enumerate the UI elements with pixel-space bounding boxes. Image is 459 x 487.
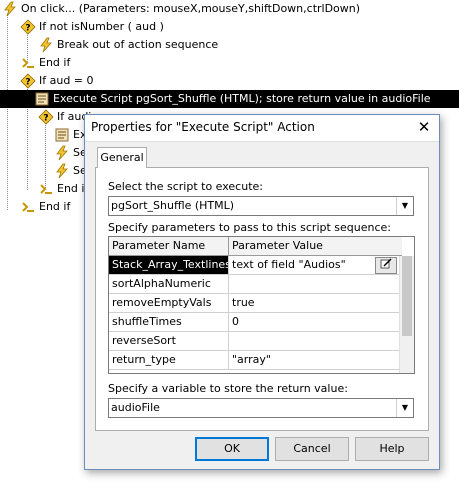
properties-dialog: Properties for "Execute Script" Action ✕… bbox=[84, 114, 440, 470]
param-name-cell[interactable]: reverseSort bbox=[109, 332, 229, 350]
param-row[interactable]: return_type "array" bbox=[109, 351, 399, 370]
param-name-cell[interactable]: sortAlphaNumeric bbox=[109, 275, 229, 293]
end-if-icon bbox=[20, 199, 36, 215]
script-select-value: pgSort_Shuffle (HTML) bbox=[111, 199, 235, 212]
param-value-cell[interactable] bbox=[229, 275, 382, 293]
svg-text:?: ? bbox=[25, 78, 30, 88]
tree-row-label: If not isNumber ( aud ) bbox=[39, 20, 164, 33]
params-label: Specify parameters to pass to this scrip… bbox=[108, 221, 392, 234]
lightning-icon bbox=[2, 1, 18, 17]
scrollbar-thumb[interactable] bbox=[402, 256, 412, 336]
tree-row-label: Execute Script pgSort_Shuffle (HTML); st… bbox=[53, 92, 431, 105]
dialog-title-bar[interactable]: Properties for "Execute Script" Action ✕ bbox=[85, 115, 439, 142]
script-scroll-icon bbox=[54, 127, 70, 143]
tree-guide-line bbox=[45, 122, 46, 188]
param-row[interactable]: removeEmptyVals true bbox=[109, 294, 399, 313]
param-value-cell[interactable]: text of field "Audios" bbox=[229, 256, 382, 274]
end-if-icon bbox=[20, 55, 36, 71]
param-name-cell[interactable]: shuffleTimes bbox=[109, 313, 229, 331]
param-value-cell[interactable] bbox=[229, 332, 382, 350]
diamond-question-icon: ? bbox=[20, 73, 36, 89]
param-row[interactable]: Stack_Array_Textlines text of field "Aud… bbox=[109, 256, 399, 275]
chevron-down-icon[interactable]: ▼ bbox=[396, 197, 413, 215]
tree-row-break-out[interactable]: Break out of action sequence bbox=[38, 36, 218, 54]
tree-row-label: End if bbox=[39, 200, 71, 213]
param-row[interactable]: sortAlphaNumeric bbox=[109, 275, 399, 294]
script-select[interactable]: pgSort_Shuffle (HTML) ▼ bbox=[108, 196, 414, 216]
variable-label: Specify a variable to store the return v… bbox=[108, 382, 348, 395]
column-header-name: Parameter Name bbox=[109, 237, 229, 256]
tree-guide-line bbox=[7, 14, 8, 210]
variable-select[interactable]: audioFile ▼ bbox=[108, 398, 414, 418]
tree-row-end-if[interactable]: End if bbox=[38, 180, 88, 198]
tree-row-label: On click... (Parameters: mouseX,mouseY,s… bbox=[21, 2, 361, 15]
tree-row-label: End if bbox=[39, 56, 71, 69]
close-icon[interactable]: ✕ bbox=[413, 117, 435, 137]
tab-general[interactable]: General bbox=[97, 147, 147, 168]
param-value-cell[interactable]: true bbox=[229, 294, 382, 312]
param-value-cell[interactable]: "array" bbox=[229, 351, 382, 369]
param-name-cell[interactable]: Stack_Array_Textlines bbox=[109, 256, 229, 274]
help-button[interactable]: Help bbox=[355, 437, 429, 461]
tree-row-end-if[interactable]: End if bbox=[20, 54, 70, 72]
svg-text:?: ? bbox=[43, 114, 48, 124]
parameters-grid: Parameter Name Parameter Value Stack_Arr… bbox=[108, 236, 415, 374]
lightning-icon bbox=[54, 163, 70, 179]
param-name-cell[interactable]: removeEmptyVals bbox=[109, 294, 229, 312]
svg-text:?: ? bbox=[25, 24, 30, 34]
param-row[interactable]: reverseSort bbox=[109, 332, 399, 351]
tree-row-execute-script-selected[interactable]: Execute Script pgSort_Shuffle (HTML); st… bbox=[0, 90, 459, 108]
tree-row-label: Break out of action sequence bbox=[57, 38, 219, 51]
tree-row-label: If aud = 0 bbox=[39, 74, 94, 87]
chevron-down-icon[interactable]: ▼ bbox=[396, 399, 413, 417]
dialog-title: Properties for "Execute Script" Action bbox=[91, 120, 315, 134]
diamond-question-icon: ? bbox=[38, 109, 54, 125]
tree-row-end-if[interactable]: End if bbox=[20, 198, 70, 216]
general-panel: Select the script to execute: pgSort_Shu… bbox=[95, 167, 429, 431]
end-if-icon bbox=[38, 181, 54, 197]
tree-row-on-click[interactable]: On click... (Parameters: mouseX,mouseY,s… bbox=[2, 0, 360, 18]
param-row[interactable]: shuffleTimes 0 bbox=[109, 313, 399, 332]
lightning-icon bbox=[38, 37, 54, 53]
lightning-icon bbox=[54, 145, 70, 161]
variable-select-value: audioFile bbox=[111, 401, 160, 414]
cancel-button[interactable]: Cancel bbox=[275, 437, 349, 461]
script-label: Select the script to execute: bbox=[108, 180, 263, 193]
diamond-question-icon: ? bbox=[20, 19, 36, 35]
tree-row-if-aud[interactable]: ? If aud = 0 bbox=[20, 72, 94, 90]
script-scroll-icon bbox=[34, 91, 50, 107]
tree-row-if-not-isnumber[interactable]: ? If not isNumber ( aud ) bbox=[20, 18, 164, 36]
param-name-cell[interactable]: return_type bbox=[109, 351, 229, 369]
ok-button[interactable]: OK bbox=[195, 437, 269, 461]
edit-pencil-icon[interactable] bbox=[375, 257, 397, 274]
column-header-value: Parameter Value bbox=[229, 237, 402, 256]
param-value-cell[interactable]: 0 bbox=[229, 313, 382, 331]
grid-scrollbar[interactable] bbox=[399, 256, 414, 373]
